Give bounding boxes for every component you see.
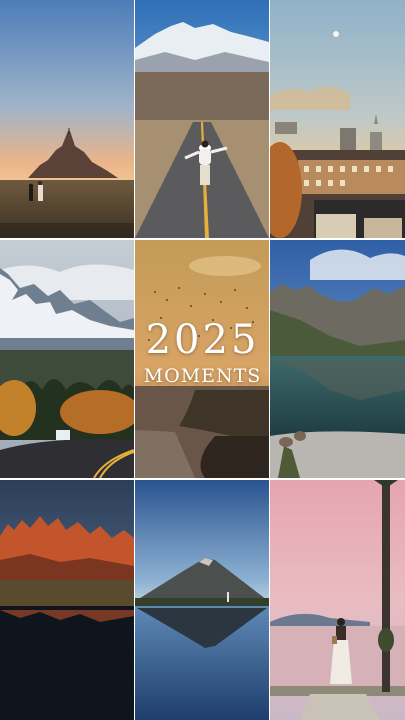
photo-sea-cliffs [135,240,269,478]
photo-alpine-lake [270,240,405,478]
photo-mont-saint-michel [0,0,134,238]
photo-collage-grid: 2025 MOMENTS [0,0,405,720]
photo-red-peaks [0,480,134,720]
photo-rockies-highway [0,240,134,478]
photo-city-rooftops [270,0,405,238]
photo-mountain-road [135,0,269,238]
photo-volcano-lake [135,480,269,720]
photo-seaside-walk [270,480,405,720]
